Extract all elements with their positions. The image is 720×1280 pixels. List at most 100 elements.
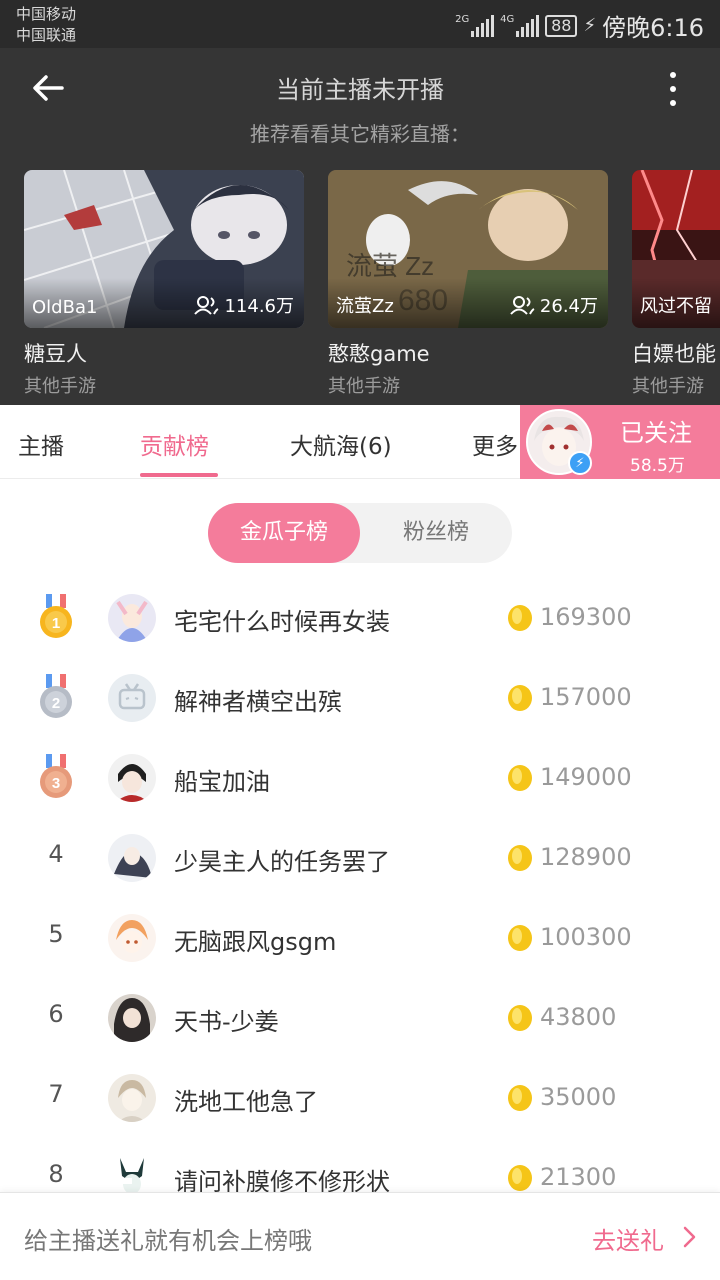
bronze-medal-icon: 3: [40, 754, 72, 798]
clock: 傍晚6:16: [602, 14, 704, 42]
gold-seed-icon: [508, 1005, 532, 1031]
rank-type-toggle: 金瓜子榜 粉丝榜: [208, 503, 512, 563]
status-bar: 中国移动 中国联通 2G 4G 88 ⚡ 傍晚6:16: [0, 0, 720, 48]
more-vertical-icon[interactable]: [660, 70, 684, 110]
send-gift-link[interactable]: 去送礼: [592, 1221, 664, 1256]
gold-seed-icon: [508, 1085, 532, 1111]
sim1-network-label: 2G: [455, 13, 470, 25]
user-avatar[interactable]: [108, 914, 156, 962]
score: 169300: [540, 603, 632, 631]
carrier-labels: 中国移动 中国联通: [16, 4, 76, 46]
score: 128900: [540, 843, 632, 871]
viewers-icon: [194, 296, 219, 315]
charging-icon: ⚡: [583, 15, 597, 36]
viewers-count: 114.6万: [224, 296, 294, 317]
stream-thumbnail[interactable]: 流萤 Zz 680 流萤Zz 26.4万: [328, 170, 608, 328]
recommend-card-viewers: 26.4万: [510, 292, 598, 318]
stream-thumbnail[interactable]: OldBa1 114.6万: [24, 170, 304, 328]
rank-number: 6: [48, 1000, 64, 1028]
score: 21300: [540, 1163, 617, 1191]
carrier-1: 中国移动: [16, 5, 77, 23]
signal-icon-sim2: 4G: [500, 13, 540, 37]
user-avatar[interactable]: [108, 754, 156, 802]
recommend-card-user: 流萤Zz: [336, 296, 394, 317]
segment-fans[interactable]: 粉丝榜: [360, 503, 512, 563]
ranking-row[interactable]: 6 天书-少姜 43800: [0, 978, 720, 1058]
segment-gold-seeds[interactable]: 金瓜子榜: [208, 503, 360, 563]
svg-text:1: 1: [52, 615, 60, 632]
recommend-card-category: 其他手游: [328, 376, 400, 397]
ranking-row[interactable]: 7 洗地工他急了 35000: [0, 1058, 720, 1138]
user-name: 宅宅什么时候再女装: [174, 608, 390, 636]
recommend-card-category: 其他手游: [632, 376, 704, 397]
score: 43800: [540, 1003, 617, 1031]
send-gift-bar[interactable]: 给主播送礼就有机会上榜哦 去送礼: [0, 1192, 720, 1280]
sim2-network-label: 4G: [500, 13, 515, 25]
recommend-card-viewers: 114.6万: [194, 292, 294, 318]
score: 157000: [540, 683, 632, 711]
recommend-card[interactable]: OldBa1 114.6万 糖豆人 其他手游: [24, 170, 304, 398]
ranking-row[interactable]: 2 解神者横空出殡 157000: [0, 658, 720, 738]
gold-seed-icon: [508, 925, 532, 951]
user-avatar[interactable]: [108, 1074, 156, 1122]
svg-text:流萤 Zz: 流萤 Zz: [346, 251, 434, 281]
ranking-row[interactable]: 3 船宝加油 149000: [0, 738, 720, 818]
recommend-card-user: 风过不留: [640, 296, 712, 317]
user-name: 无脑跟风gsgm: [174, 928, 337, 956]
follow-button[interactable]: ⚡ 已关注 58.5万: [520, 405, 720, 479]
user-avatar[interactable]: [108, 594, 156, 642]
follower-count: 58.5万: [630, 456, 685, 476]
ranking-row[interactable]: 4 少昊主人的任务罢了 128900: [0, 818, 720, 898]
app-root: 中国移动 中国联通 2G 4G 88 ⚡ 傍晚6:16 当前主播未开播 推荐看看…: [0, 0, 720, 1280]
offline-header: 当前主播未开播 推荐看看其它精彩直播： OldBa1 114.6万 糖豆人 其他…: [0, 48, 720, 405]
carrier-2: 中国联通: [16, 26, 77, 44]
verified-lightning-icon: ⚡: [568, 451, 592, 475]
ranking-row[interactable]: 5 无脑跟风gsgm 100300: [0, 898, 720, 978]
user-name: 船宝加油: [174, 768, 270, 796]
tab-more[interactable]: 更多: [472, 427, 518, 461]
gold-seed-icon: [508, 1165, 532, 1191]
signal-icon-sim1: 2G: [455, 13, 495, 37]
ranking-row[interactable]: 1 宅宅什么时候再女装 169300: [0, 578, 720, 658]
user-name: 少昊主人的任务罢了: [174, 848, 390, 876]
recommend-card-category: 其他手游: [24, 376, 96, 397]
gold-medal-icon: 1: [40, 594, 72, 638]
user-avatar[interactable]: [108, 994, 156, 1042]
gold-seed-icon: [508, 605, 532, 631]
user-avatar[interactable]: [108, 834, 156, 882]
gold-seed-icon: [508, 845, 532, 871]
tab-contribution-rank[interactable]: 贡献榜: [140, 427, 209, 461]
score: 100300: [540, 923, 632, 951]
battery-icon: 88: [545, 14, 578, 37]
tab-guard[interactable]: 大航海(6): [290, 427, 392, 461]
recommend-subtitle: 推荐看看其它精彩直播：: [250, 122, 470, 146]
svg-text:2: 2: [52, 695, 60, 712]
tab-bar: 主播 贡献榜 大航海(6) 更多 ⚡ 已关注 58.5万: [0, 405, 720, 479]
recommend-card[interactable]: 流萤 Zz 680 流萤Zz 26.4万 憨憨game 其他手游: [328, 170, 608, 398]
rank-number: 7: [48, 1080, 64, 1108]
rank-number: 8: [48, 1160, 64, 1188]
chevron-right-icon[interactable]: [682, 1225, 698, 1249]
send-gift-hint: 给主播送礼就有机会上榜哦: [24, 1227, 312, 1255]
recommend-card-user: OldBa1: [32, 297, 98, 318]
viewers-icon: [510, 296, 535, 315]
user-name: 洗地工他急了: [174, 1088, 318, 1116]
recommend-card[interactable]: 风过不留 白嫖也能 其他手游: [632, 170, 720, 398]
recommend-card-title: 糖豆人: [24, 342, 87, 366]
user-avatar[interactable]: [108, 674, 156, 722]
rank-number: 4: [48, 840, 64, 868]
recommend-card-title: 憨憨game: [328, 342, 430, 366]
active-tab-indicator: [140, 473, 218, 477]
tab-anchor[interactable]: 主播: [18, 427, 64, 461]
offline-title: 当前主播未开播: [276, 76, 444, 104]
score: 149000: [540, 763, 632, 791]
follow-label: 已关注: [620, 419, 692, 447]
user-name: 天书-少姜: [174, 1008, 279, 1036]
gold-seed-icon: [508, 765, 532, 791]
stream-thumbnail[interactable]: 风过不留: [632, 170, 720, 328]
viewers-count: 26.4万: [539, 296, 598, 317]
rank-number: 5: [48, 920, 64, 948]
user-name: 解神者横空出殡: [174, 688, 342, 716]
recommend-card-title: 白嫖也能: [632, 342, 716, 366]
gold-seed-icon: [508, 685, 532, 711]
